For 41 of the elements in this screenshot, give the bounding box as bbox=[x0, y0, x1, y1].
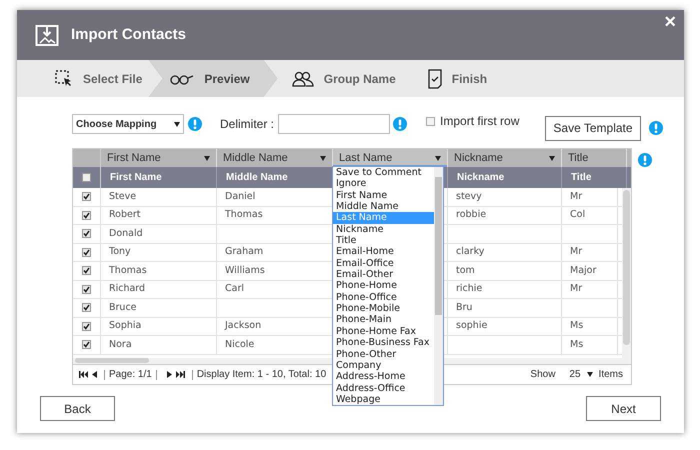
table-cell: Thomas bbox=[225, 208, 263, 222]
table-cell: Graham bbox=[225, 245, 264, 260]
delimiter-label: Delimiter : bbox=[220, 116, 274, 133]
table-cell: robbie bbox=[456, 208, 486, 222]
table-cell: Ms bbox=[570, 338, 584, 352]
table-cell: Bruce bbox=[109, 300, 137, 315]
table-cell: Thomas bbox=[109, 264, 147, 278]
items-label: Items bbox=[598, 368, 623, 382]
table-cell: Bru bbox=[456, 300, 472, 315]
table-cell: Jackson bbox=[225, 319, 262, 334]
checkbox-label: Import first row bbox=[440, 113, 520, 130]
table-cell: Mr bbox=[570, 190, 582, 204]
table-cell: Donald bbox=[109, 226, 143, 241]
table-cell: Sophia bbox=[109, 319, 142, 334]
table-cell: tom bbox=[456, 264, 475, 278]
table-cell: Steve bbox=[109, 190, 136, 204]
column-header: Title bbox=[571, 171, 592, 185]
table-cell: sophie bbox=[456, 319, 488, 334]
column-header: Middle Name bbox=[226, 171, 288, 185]
table-cell: richie bbox=[456, 282, 482, 296]
page-indicator: Page: 1/1 bbox=[109, 368, 152, 382]
table-cell: stevy bbox=[456, 190, 482, 204]
table-cell: Tony bbox=[109, 245, 131, 260]
table-cell: clarky bbox=[456, 245, 484, 260]
table-cell: Col bbox=[570, 208, 586, 222]
table-cell: Mr bbox=[570, 245, 582, 260]
table-cell: Williams bbox=[225, 264, 265, 278]
table-cell: Daniel bbox=[225, 190, 256, 204]
table-cell: Richard bbox=[109, 282, 146, 296]
window-title: Import Contacts bbox=[71, 24, 186, 45]
table-cell: Ms bbox=[570, 319, 584, 334]
show-label: Show bbox=[530, 368, 556, 382]
table-cell: Mr bbox=[570, 282, 582, 296]
table-cell: Robert bbox=[109, 208, 140, 222]
display-info: Display Item: 1 - 10, Total: 10 bbox=[196, 368, 326, 382]
table-cell: Nicole bbox=[225, 338, 254, 352]
column-header: Nickname bbox=[457, 171, 504, 185]
table-cell: Carl bbox=[225, 282, 244, 296]
table-cell: Nora bbox=[109, 338, 132, 352]
column-header: First Name bbox=[110, 171, 162, 185]
table-cell: Major bbox=[570, 264, 596, 278]
